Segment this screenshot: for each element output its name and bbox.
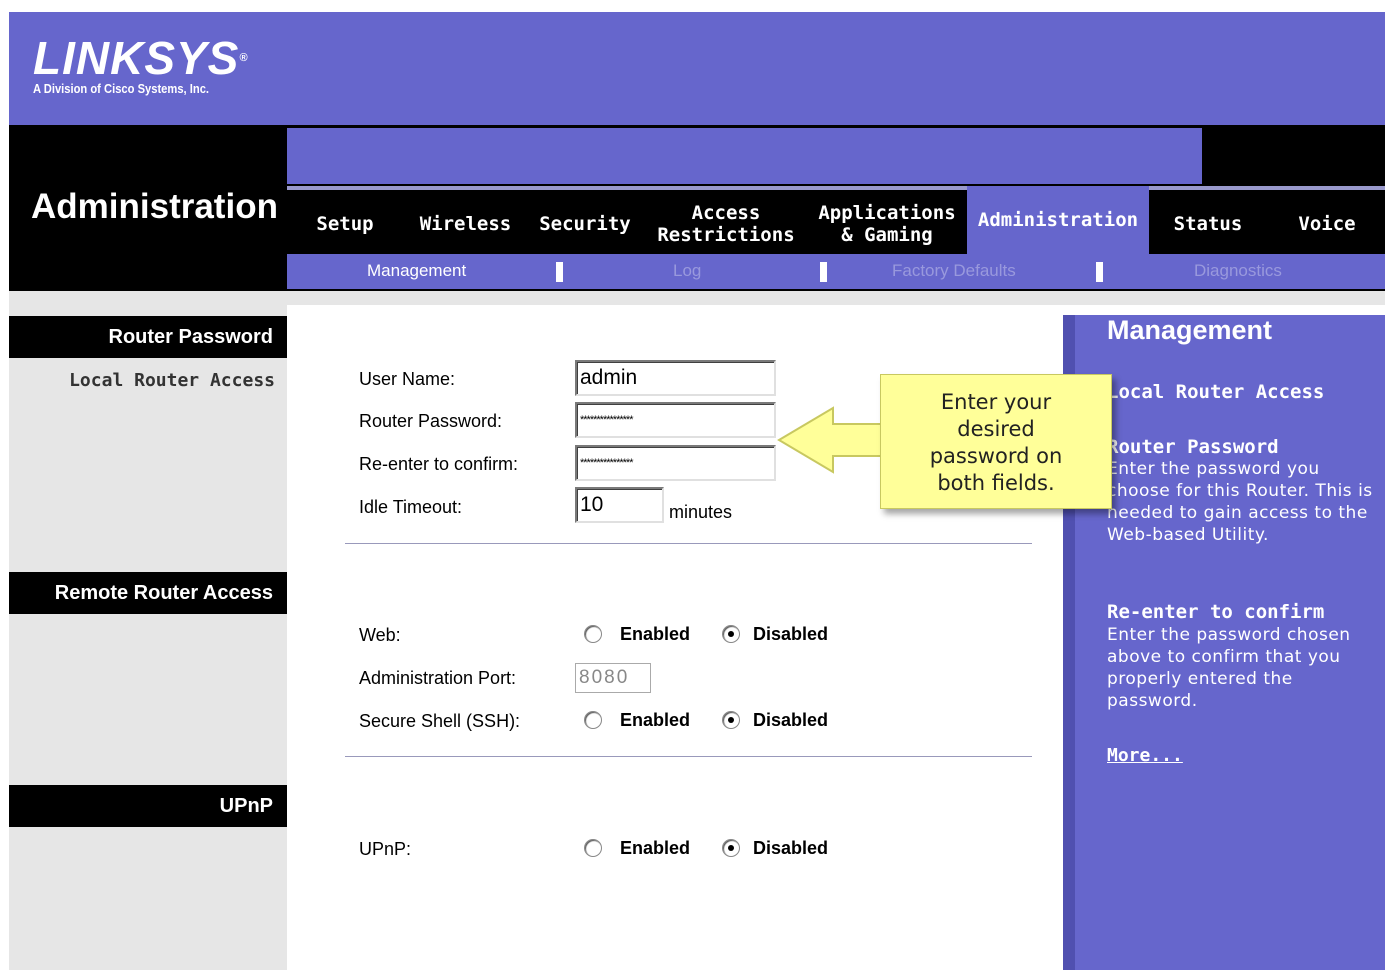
tab-voice[interactable]: Voice <box>1269 193 1385 254</box>
registered-mark: ® <box>239 52 249 64</box>
tab-wireless[interactable]: Wireless <box>405 193 526 254</box>
idle-timeout-label: Idle Timeout: <box>359 497 463 517</box>
subtab-separator <box>820 262 827 282</box>
logo-text: LINKSYS <box>33 32 240 84</box>
admin-port-input <box>575 663 651 693</box>
tab-divider-line <box>287 186 967 190</box>
password-hint-callout: Enter your desired password on both fiel… <box>880 374 1112 509</box>
callout-line: Enter your <box>940 390 1052 414</box>
subtab-separator <box>1096 262 1103 282</box>
upnp-label: UPnP: <box>359 839 412 859</box>
upnp-enabled-label[interactable]: Enabled <box>620 838 690 859</box>
subtab-management[interactable]: Management <box>367 261 466 281</box>
help-title: Management <box>1107 315 1273 345</box>
product-name-bar <box>287 128 1202 184</box>
help-reenter-heading: Re-enter to confirm <box>1107 601 1325 623</box>
reenter-password-label: Re-enter to confirm: <box>359 454 519 474</box>
divider <box>345 756 1032 757</box>
ssh-enabled-radio[interactable] <box>584 711 602 729</box>
tab-setup[interactable]: Setup <box>287 193 403 254</box>
help-local-router-access: Local Router Access <box>1107 381 1325 403</box>
tab-security[interactable]: Security <box>528 193 642 254</box>
subsection-local-router-access: Local Router Access <box>69 370 275 391</box>
logo-subtitle: A Division of Cisco Systems, Inc. <box>33 81 210 96</box>
upnp-enabled-radio[interactable] <box>584 839 602 857</box>
page-title: Administration <box>31 187 278 226</box>
ssh-label: Secure Shell (SSH): <box>359 711 521 731</box>
help-reenter-text: Enter the password chosen above to confi… <box>1107 625 1351 711</box>
linksys-logo: LINKSYS® A Division of Cisco Systems, In… <box>33 35 248 96</box>
router-password-input[interactable] <box>575 402 776 438</box>
reenter-password-input[interactable] <box>575 445 776 481</box>
tab-administration[interactable]: Administration <box>967 186 1149 254</box>
web-enabled-label[interactable]: Enabled <box>620 624 690 645</box>
section-remote-router-access: Remote Router Access <box>9 572 287 614</box>
user-name-input[interactable] <box>575 360 776 396</box>
router-admin-page: LINKSYS® A Division of Cisco Systems, In… <box>0 0 1385 970</box>
help-router-password-heading: Router Password <box>1107 436 1279 458</box>
idle-timeout-unit: minutes <box>669 502 733 522</box>
sub-tabs: Management Log Factory Defaults Diagnost… <box>287 254 1385 289</box>
divider <box>345 543 1032 544</box>
help-more-link[interactable]: More... <box>1107 745 1183 766</box>
callout-arrow-icon <box>777 406 884 474</box>
section-upnp: UPnP <box>9 785 287 827</box>
callout-line: desired <box>957 417 1035 441</box>
ssh-disabled-radio[interactable] <box>722 711 740 729</box>
subtab-separator <box>556 262 563 282</box>
left-column <box>9 305 287 970</box>
web-access-label: Web: <box>359 625 401 645</box>
help-router-password-text: Enter the password you choose for this R… <box>1107 459 1373 545</box>
user-name-label: User Name: <box>359 369 456 389</box>
upnp-disabled-radio[interactable] <box>722 839 740 857</box>
subtab-log[interactable]: Log <box>673 261 701 281</box>
callout-line: both fields. <box>937 471 1055 495</box>
router-password-label: Router Password: <box>359 411 503 431</box>
tab-status[interactable]: Status <box>1151 193 1265 254</box>
subtab-diagnostics[interactable]: Diagnostics <box>1194 261 1282 281</box>
upnp-disabled-label[interactable]: Disabled <box>753 838 828 859</box>
main-tabs: Setup Wireless Security Access Restrictio… <box>287 186 1385 254</box>
tab-divider-line-right <box>1149 186 1385 190</box>
subtab-factory-defaults[interactable]: Factory Defaults <box>892 261 1016 281</box>
idle-timeout-input[interactable] <box>575 487 664 523</box>
web-enabled-radio[interactable] <box>584 625 602 643</box>
section-router-password: Router Password <box>9 316 287 358</box>
web-disabled-radio[interactable] <box>722 625 740 643</box>
callout-line: password on <box>929 444 1063 468</box>
ssh-enabled-label[interactable]: Enabled <box>620 710 690 731</box>
tab-applications-gaming[interactable]: Applications & Gaming <box>809 193 965 254</box>
web-disabled-label[interactable]: Disabled <box>753 624 828 645</box>
ssh-disabled-label[interactable]: Disabled <box>753 710 828 731</box>
admin-port-label: Administration Port: <box>359 668 517 688</box>
gray-spacer <box>9 291 1385 305</box>
tab-access-restrictions[interactable]: Access Restrictions <box>649 193 803 254</box>
